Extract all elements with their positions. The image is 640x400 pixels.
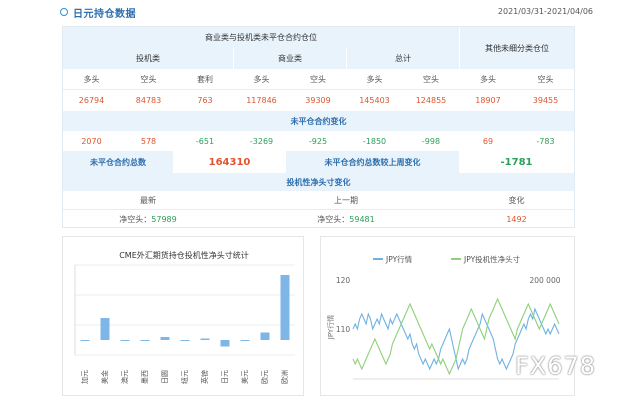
change-cell-7: 69	[482, 136, 494, 146]
net-title: 投机性净头寸变化	[63, 173, 574, 191]
net-change-value: 1492	[506, 214, 527, 224]
bar-x-label-6: 英镑	[200, 370, 209, 384]
value-cell-1: 84783	[135, 96, 162, 105]
bar-1	[100, 318, 110, 340]
net-prev-value: 59481	[349, 214, 375, 224]
bar-6	[200, 338, 210, 340]
change-cell-4: -925	[308, 136, 328, 146]
bar-x-label-8: 美元	[240, 370, 249, 384]
change-cell-6: -998	[421, 136, 441, 146]
page-title: 日元持仓数据	[73, 9, 136, 20]
other-title: 其他未细分类仓位	[459, 27, 574, 69]
circle-icon	[60, 8, 68, 16]
page-header: 日元持仓数据 2021/03/31-2021/04/06	[0, 0, 640, 24]
bar-x-label-10: 欧洲	[280, 370, 289, 384]
value-cell-3: 117846	[246, 96, 277, 105]
bar-0	[80, 340, 90, 341]
bar-7	[220, 340, 230, 347]
value-cell-8: 39455	[532, 96, 559, 105]
group-total: 总计	[346, 47, 459, 69]
bar-x-label-5: 纽元	[180, 370, 189, 384]
col-header-7: 多头	[480, 74, 496, 84]
left-tick-0: 120	[336, 276, 351, 285]
bar-x-label-3: 墨西	[141, 370, 149, 384]
bar-chart: CME外汇期货持仓投机性净头寸统计加元 美金 澳元 墨西 日圆 纽元 英镑 日元 美元 欧元 欧洲	[74, 250, 295, 384]
value-cell-0: 26794	[78, 96, 105, 105]
change-cell-1: 578	[140, 136, 157, 146]
group-title: 商业类与投机类未平仓合约仓位	[63, 27, 459, 47]
col-header-5: 多头	[366, 74, 383, 84]
bar-x-label-2: 澳元	[120, 370, 129, 384]
bar-10	[280, 275, 290, 340]
left-tick-1: 110	[336, 325, 351, 334]
net-latest: 净空头： 57989	[63, 210, 233, 228]
legend-label-0: JPY行情	[385, 254, 413, 264]
col-header-6: 空头	[423, 74, 439, 84]
bar-5	[180, 340, 190, 341]
group-spec: 投机类	[63, 47, 233, 69]
bar-4	[160, 337, 170, 340]
bar-x-label-1: 美金	[100, 370, 109, 384]
value-cell-5: 145403	[359, 96, 390, 105]
oi-total-label: 未平仓合约总数	[63, 151, 173, 173]
net-col-latest: 最新	[140, 195, 156, 205]
bar-9	[260, 332, 270, 340]
col-header-4: 空头	[310, 74, 326, 84]
net-prev: 净空头： 59481	[233, 210, 459, 228]
bar-chart-title: CME外汇期货持仓投机性净头寸统计	[119, 250, 249, 260]
col-header-8: 空头	[537, 74, 554, 84]
bar-x-label-0: 加元	[80, 370, 89, 384]
col-header-0: 多头	[83, 74, 100, 84]
bar-x-label-7: 日元	[221, 370, 229, 384]
net-col-change: 变化	[508, 195, 525, 205]
fx678-watermark: FX678	[515, 352, 597, 380]
net-latest-value: 57989	[151, 214, 177, 224]
col-header-3: 多头	[253, 74, 270, 84]
change-cell-3: -3269	[249, 136, 274, 146]
col-header-2: 套利	[197, 74, 213, 84]
bar-2	[120, 340, 130, 341]
change-cell-5: -1850	[362, 136, 387, 146]
date-range: 2021/03/31-2021/04/06	[497, 7, 593, 16]
bar-chart-panel: CME外汇期货持仓投机性净头寸统计加元 美金 澳元 墨西 日圆 纽元 英镑 日元 美元 欧元 欧洲	[62, 236, 304, 396]
value-cell-6: 124855	[415, 96, 447, 105]
bar-3	[140, 340, 150, 341]
positions-table: 商业类与投机类未平仓合约仓位 其他未细分类仓位 投机类 商业类 总计 多头 空头 套…	[62, 26, 575, 228]
value-cell-7: 18907	[475, 96, 501, 105]
col-header-1: 空头	[140, 74, 157, 84]
group-comm: 商业类	[233, 47, 346, 69]
legend-label-1: JPY投机性净头寸	[463, 254, 521, 264]
oi-total-value: 164310	[208, 156, 251, 168]
right-tick-0: 200 000	[529, 276, 560, 285]
change-title: 未平仓合约变化	[63, 111, 574, 131]
oi-week-label: 未平仓合约总数较上周变化	[286, 151, 459, 173]
net-col-prev: 上一期	[334, 195, 358, 205]
change-cell-2: -651	[195, 136, 215, 146]
bar-8	[240, 340, 250, 341]
change-cell-8: -783	[536, 136, 555, 146]
value-cell-2: 763	[197, 96, 213, 105]
bar-x-label-4: 日圆	[161, 370, 169, 384]
value-cell-4: 39309	[305, 96, 331, 105]
net-prev-label: 净空头：	[317, 214, 350, 224]
change-cell-0: 2070	[81, 136, 102, 146]
net-latest-label: 净空头：	[119, 214, 152, 224]
bar-x-label-9: 欧元	[260, 370, 269, 384]
left-axis-label: JPY行情	[326, 315, 335, 340]
oi-week-value: -1781	[500, 156, 533, 168]
